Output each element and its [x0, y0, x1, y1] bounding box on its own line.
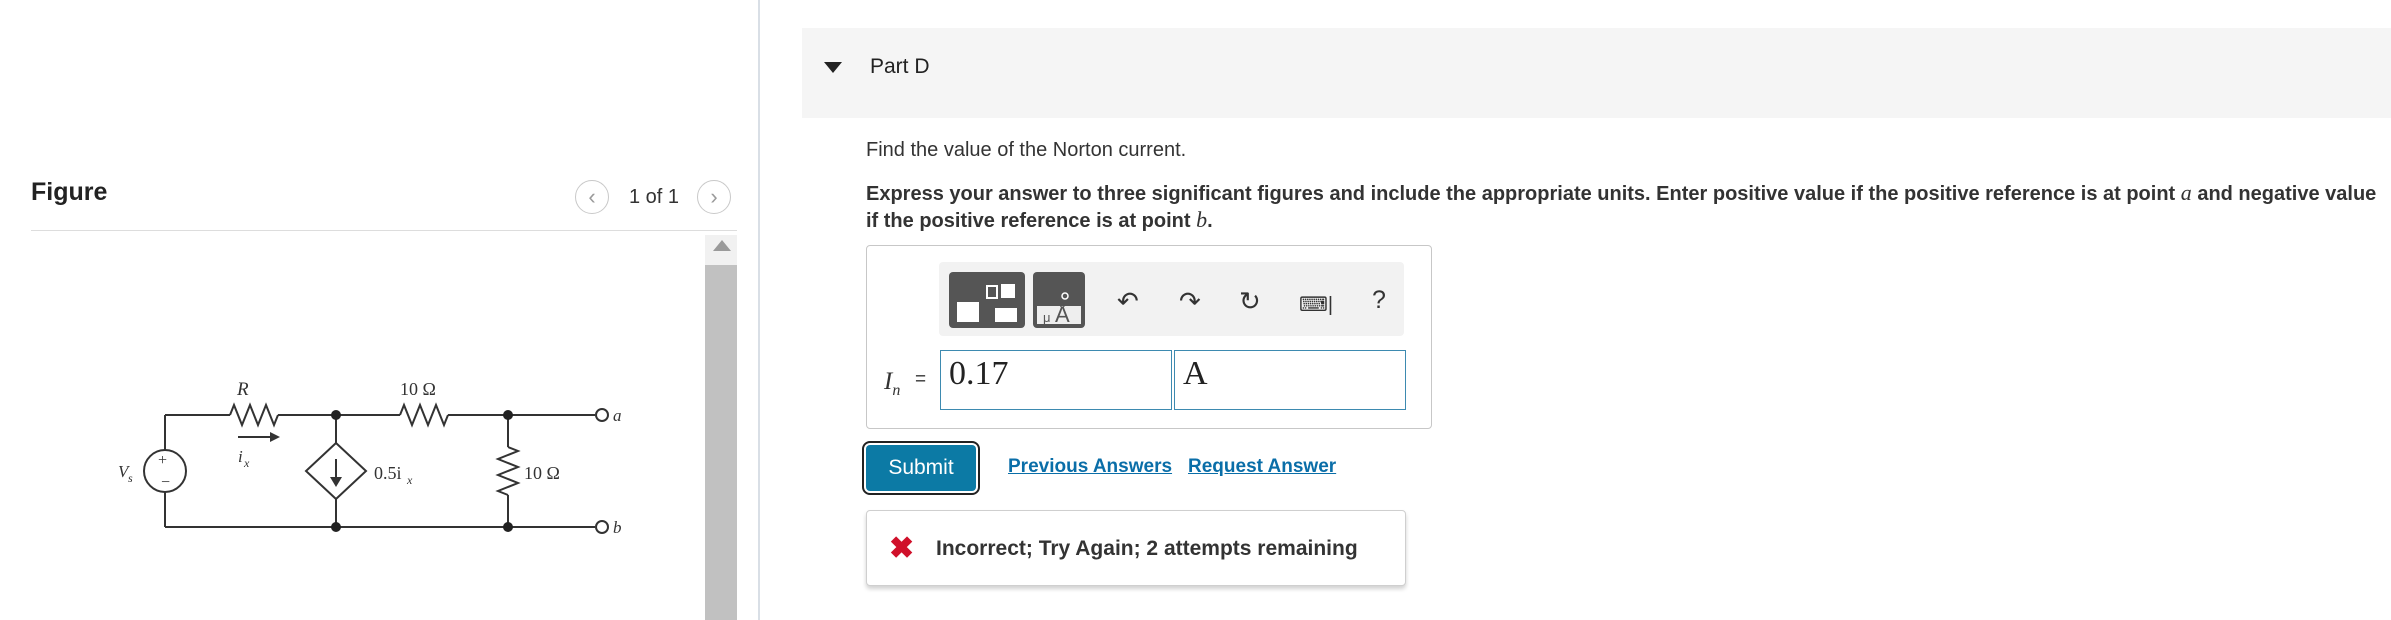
figure-pane: Figure ‹ 1 of 1 › + − V s R i x 10 Ω 0.5… [0, 0, 758, 620]
resistor-10b-label: 10 Ω [524, 463, 560, 483]
undo-icon[interactable]: ↶ [1117, 286, 1139, 317]
dependent-source-sub: x [406, 473, 413, 487]
svg-text:+: + [158, 452, 167, 469]
resistor-r-label: R [236, 379, 249, 400]
dependent-source-label: 0.5i [374, 463, 402, 483]
point-b: b [1196, 207, 1208, 232]
point-a: a [2180, 180, 2192, 205]
answer-equals: = [915, 369, 927, 390]
value-input[interactable]: 0.17 [940, 350, 1172, 410]
previous-answers-link[interactable]: Previous Answers [1008, 456, 1172, 478]
redo-icon[interactable]: ↷ [1179, 286, 1201, 317]
current-label: i [238, 447, 243, 466]
figure-pager: 1 of 1 [629, 186, 680, 208]
circuit-diagram: + − V s R i x 10 Ω 0.5i x 10 Ω a b [118, 379, 622, 537]
current-sub: x [243, 456, 250, 470]
next-figure-button[interactable]: › [697, 180, 731, 214]
units-icon: μ Å [1037, 292, 1081, 327]
svg-text:Å: Å [1055, 302, 1070, 327]
units-button[interactable]: μ Å [1033, 272, 1085, 328]
x-icon: ✖ [889, 532, 915, 565]
unit-input[interactable]: A [1174, 350, 1406, 410]
reset-icon[interactable]: ↻ [1239, 286, 1261, 317]
templates-icon [957, 284, 1017, 322]
pane-divider[interactable] [758, 0, 760, 620]
figure-scroll-thumb[interactable] [705, 265, 737, 620]
request-answer-link[interactable]: Request Answer [1188, 456, 1336, 478]
templates-button[interactable] [949, 272, 1025, 328]
question-text: Find the value of the Norton current. [866, 139, 1187, 161]
chevron-left-icon: ‹ [588, 184, 596, 209]
keyboard-icon[interactable]: ⌨| [1299, 292, 1333, 317]
answer-label: In [884, 368, 901, 399]
submit-button[interactable]: Submit [862, 441, 980, 495]
scroll-up-icon[interactable] [713, 240, 731, 251]
part-title: Part D [870, 55, 930, 78]
terminal-a-label: a [613, 406, 622, 425]
source-sub: s [128, 471, 133, 485]
prev-figure-button[interactable]: ‹ [575, 180, 609, 214]
figure-divider [31, 230, 737, 231]
part-header[interactable] [802, 28, 2391, 118]
feedback-text: Incorrect; Try Again; 2 attempts remaini… [936, 537, 1358, 560]
collapse-caret-icon[interactable] [824, 62, 842, 73]
feedback-box: ✖ Incorrect; Try Again; 2 attempts remai… [866, 510, 1406, 586]
resistor-10a-label: 10 Ω [400, 379, 436, 399]
terminal-b-label: b [613, 518, 622, 537]
svg-text:−: − [161, 474, 170, 491]
chevron-right-icon: › [710, 184, 718, 209]
math-toolbar: μ Å ↶ ↷ ↻ ⌨| ? [939, 262, 1404, 336]
instructions-text: Express your answer to three significant… [866, 180, 2377, 232]
figure-title: Figure [31, 178, 108, 206]
help-icon[interactable]: ? [1372, 286, 1386, 315]
svg-text:μ: μ [1043, 310, 1051, 325]
